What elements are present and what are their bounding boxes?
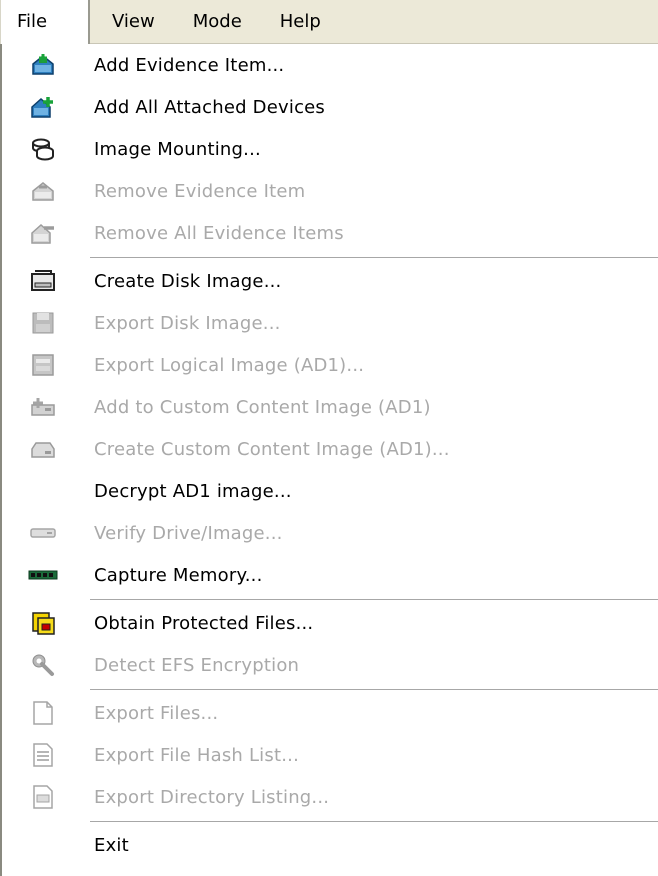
hash-list-icon xyxy=(28,740,58,770)
create-disk-image-icon xyxy=(28,266,58,296)
memory-chip-icon xyxy=(28,560,58,590)
directory-listing-icon xyxy=(28,782,58,812)
menu-item-export-file-hash-list[interactable]: Export File Hash List... xyxy=(2,734,658,776)
export-disk-image-icon xyxy=(28,308,58,338)
menu-item-label: Obtain Protected Files... xyxy=(94,612,314,634)
menu-separator xyxy=(90,599,658,601)
menu-item-label: Add to Custom Content Image (AD1) xyxy=(94,396,431,418)
menu-item-label: Create Disk Image... xyxy=(94,270,282,292)
menu-item-detect-efs-encryption[interactable]: Detect EFS Encryption xyxy=(2,644,658,686)
menu-item-label: Remove All Evidence Items xyxy=(94,222,344,244)
menu-separator xyxy=(90,689,658,691)
menu-item-create-custom-content-image[interactable]: Create Custom Content Image (AD1)... xyxy=(2,428,658,470)
menu-item-add-to-custom-content-image[interactable]: Add to Custom Content Image (AD1) xyxy=(2,386,658,428)
add-custom-content-icon xyxy=(28,392,58,422)
menu-item-add-all-attached-devices[interactable]: Add All Attached Devices xyxy=(2,86,658,128)
file-menu-dropdown: Add Evidence Item... Add All Attached De… xyxy=(0,44,658,876)
verify-drive-icon xyxy=(28,518,58,548)
image-mounting-icon xyxy=(28,134,58,164)
menu-bar: File View Mode Help xyxy=(0,0,658,44)
menu-item-create-disk-image[interactable]: Create Disk Image... xyxy=(2,260,658,302)
menu-item-label: Verify Drive/Image... xyxy=(94,522,283,544)
menu-mode[interactable]: Mode xyxy=(181,0,254,44)
menu-separator xyxy=(90,257,658,259)
menu-help[interactable]: Help xyxy=(268,0,333,44)
menu-item-label: Capture Memory... xyxy=(94,564,263,586)
export-logical-image-icon xyxy=(28,350,58,380)
menu-item-label: Decrypt AD1 image... xyxy=(94,480,292,502)
menu-item-label: Export Disk Image... xyxy=(94,312,281,334)
menu-item-decrypt-ad1-image[interactable]: Decrypt AD1 image... xyxy=(2,470,658,512)
menu-item-remove-all-evidence-items[interactable]: Remove All Evidence Items xyxy=(2,212,658,254)
menu-view[interactable]: View xyxy=(100,0,167,44)
menu-item-label: Exit xyxy=(94,834,129,856)
menu-item-export-logical-image[interactable]: Export Logical Image (AD1)... xyxy=(2,344,658,386)
remove-all-evidence-icon xyxy=(28,218,58,248)
menu-item-capture-memory[interactable]: Capture Memory... xyxy=(2,554,658,596)
menu-item-label: Remove Evidence Item xyxy=(94,180,306,202)
add-evidence-icon xyxy=(28,50,58,80)
menu-item-label: Add Evidence Item... xyxy=(94,54,285,76)
menu-file[interactable]: File xyxy=(0,0,90,44)
menu-item-image-mounting[interactable]: Image Mounting... xyxy=(2,128,658,170)
remove-evidence-icon xyxy=(28,176,58,206)
menu-item-verify-drive-image[interactable]: Verify Drive/Image... xyxy=(2,512,658,554)
menu-item-label: Image Mounting... xyxy=(94,138,261,160)
menu-item-obtain-protected-files[interactable]: Obtain Protected Files... xyxy=(2,602,658,644)
menu-item-label: Add All Attached Devices xyxy=(94,96,326,118)
menu-item-export-files[interactable]: Export Files... xyxy=(2,692,658,734)
menu-item-label: Export File Hash List... xyxy=(94,744,299,766)
wrench-icon xyxy=(28,650,58,680)
menu-item-export-disk-image[interactable]: Export Disk Image... xyxy=(2,302,658,344)
menu-item-label: Detect EFS Encryption xyxy=(94,654,300,676)
menu-item-label: Export Directory Listing... xyxy=(94,786,330,808)
menu-item-label: Export Files... xyxy=(94,702,219,724)
menu-item-remove-evidence-item[interactable]: Remove Evidence Item xyxy=(2,170,658,212)
menu-item-add-evidence-item[interactable]: Add Evidence Item... xyxy=(2,44,658,86)
blank-page-icon xyxy=(28,698,58,728)
protected-files-icon xyxy=(28,608,58,638)
create-custom-content-icon xyxy=(28,434,58,464)
add-devices-icon xyxy=(28,92,58,122)
menu-separator xyxy=(90,821,658,823)
menu-item-label: Create Custom Content Image (AD1)... xyxy=(94,438,450,460)
menu-item-export-directory-listing[interactable]: Export Directory Listing... xyxy=(2,776,658,818)
menu-item-exit[interactable]: Exit xyxy=(2,824,658,866)
menu-item-label: Export Logical Image (AD1)... xyxy=(94,354,365,376)
